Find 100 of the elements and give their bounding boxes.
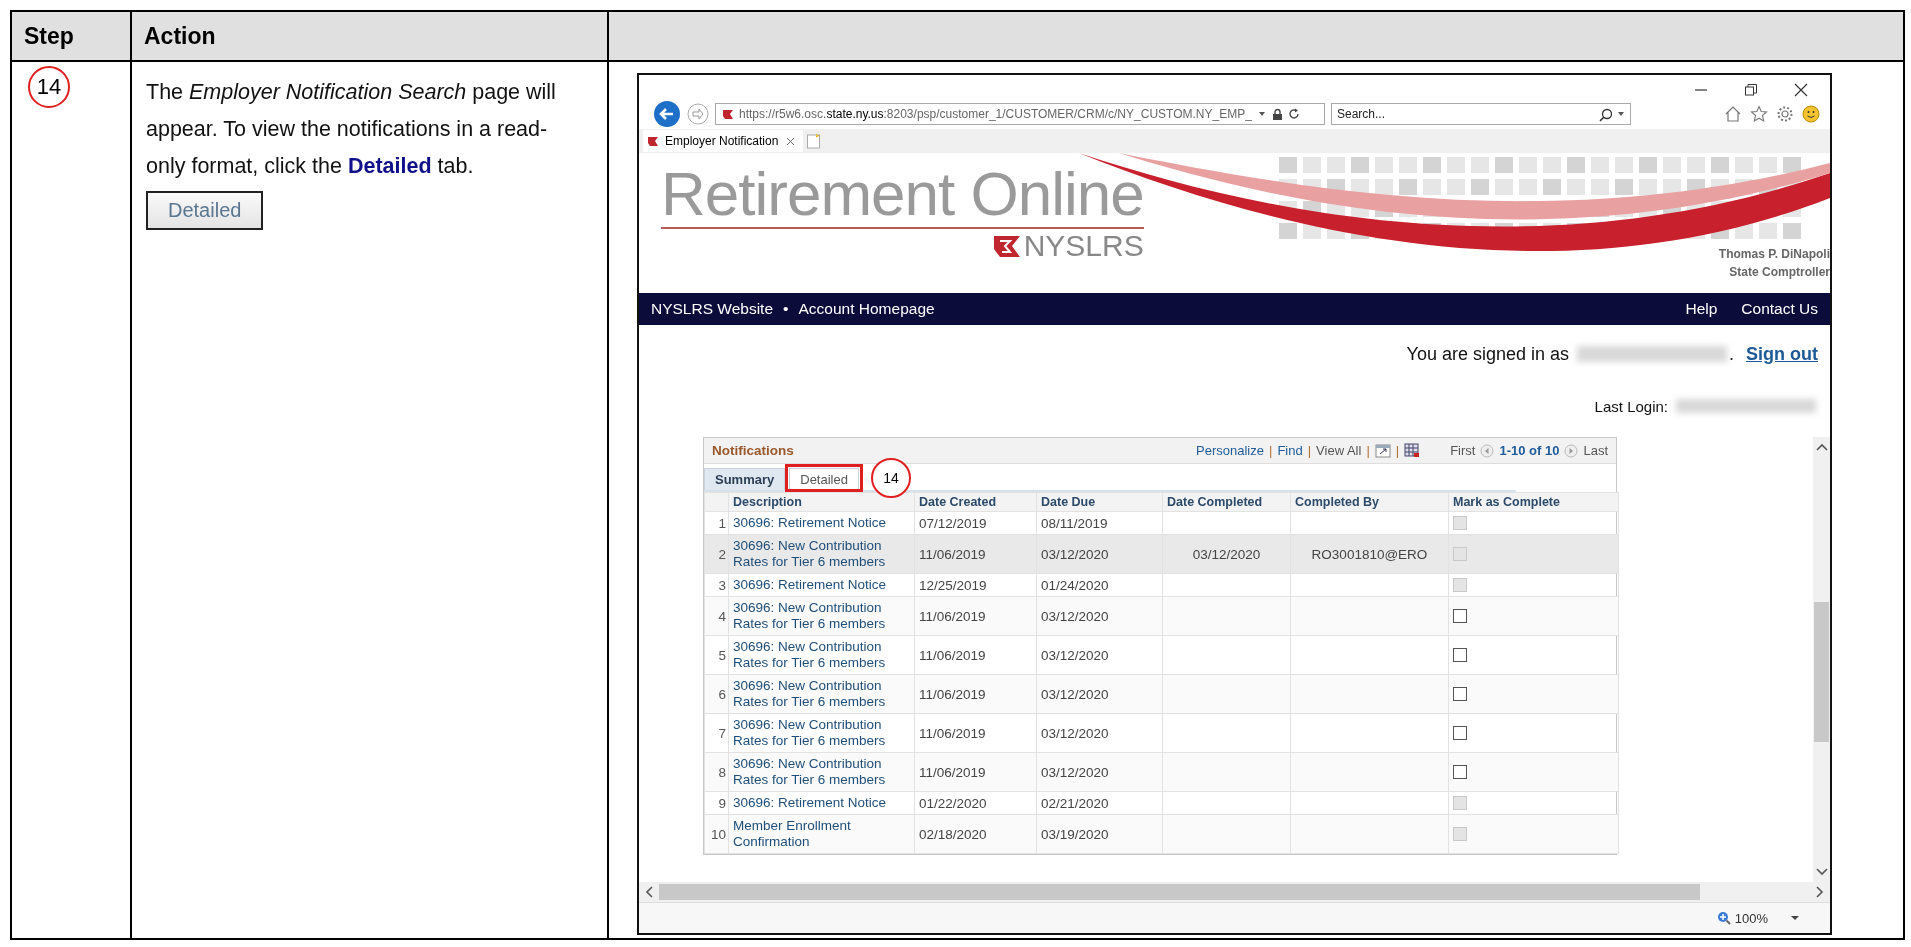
row-number: 6 [704,674,729,714]
site-logo-icon [722,108,734,120]
vertical-scrollbar[interactable] [1813,437,1830,882]
smiley-icon[interactable] [1802,105,1820,123]
table-cell: 03/12/2020 [1036,752,1163,792]
nav-link[interactable]: Contact Us [1741,300,1818,318]
row-number: 7 [704,713,729,753]
notification-link[interactable]: 30696: New Contribution Rates for Tier 6 members [728,635,915,675]
table-cell: 03/12/2020 [1036,635,1163,675]
close-icon[interactable] [786,136,795,146]
table-cell: 11/06/2019 [914,596,1037,636]
detailed-button-image: Detailed [146,191,264,230]
logo-icon [991,233,1022,259]
spreadsheet-icon[interactable] [1404,443,1421,458]
table-cell: 11/06/2019 [914,674,1037,714]
nav-separator: • [783,300,789,318]
notification-link[interactable]: 30696: New Contribution Rates for Tier 6 members [728,596,915,636]
mark-complete-checkbox[interactable] [1453,687,1467,701]
url-text: https://r5w6.osc.state.ny.us:8203/psp/customer_1/CUSTOMER/CRM/c/NY_CUSTOM.NY_EMP_ [739,107,1252,121]
zoom-icon[interactable] [1716,911,1731,925]
site-title: Retirement Online [661,161,1144,229]
sign-out-link[interactable]: Sign out [1746,343,1818,365]
find-link[interactable]: Find [1277,443,1303,458]
official-name: State Comptroller [1729,265,1830,279]
search-icon[interactable] [1599,108,1613,122]
grid-tab[interactable]: Summary [704,468,786,490]
tab-title: Employer Notification [665,134,780,148]
mark-complete-checkbox[interactable] [1453,765,1467,779]
column-header: Date Created [914,492,1037,512]
horizontal-scrollbar[interactable] [639,882,1830,902]
scroll-left-icon[interactable] [645,886,653,898]
dropdown-caret-icon[interactable] [1790,913,1800,923]
notification-link[interactable]: 30696: New Contribution Rates for Tier 6 members [728,674,915,714]
table-cell: 03/12/2020 [1036,596,1163,636]
separator: | [1307,443,1312,458]
table-cell: RO3001810@ERO [1290,534,1449,574]
row-range: 1-10 of 10 [1499,443,1560,458]
separator: | [1366,443,1370,458]
mark-complete-checkbox[interactable] [1453,648,1467,662]
grid-tab[interactable]: Detailed [789,468,859,490]
table-cell: 11/06/2019 [914,534,1037,574]
scroll-thumb[interactable] [1814,602,1829,742]
search-field[interactable]: Search... [1331,103,1631,125]
table-cell: 11/06/2019 [914,752,1037,792]
personalize-link[interactable]: Personalize [1196,443,1264,458]
site-logo-icon [647,135,659,147]
mark-complete-checkbox[interactable] [1453,726,1467,740]
instruction-text: The Employer Notification Search page will appear. To view the notifications in a read-only format, click the Detailed tab. [146,79,557,180]
table-cell: 08/11/2019 [1036,511,1163,535]
home-icon[interactable] [1724,105,1742,123]
row-number: 4 [704,596,729,636]
mark-complete-checkbox[interactable] [1453,609,1467,623]
row-number: 2 [704,534,729,574]
grid-title: Notifications [712,443,794,458]
star-icon[interactable] [1750,105,1768,123]
last-label: Last [1583,443,1608,458]
column-header: Completed By [1290,492,1449,512]
column-header: Date Completed [1162,492,1291,512]
new-window-icon[interactable] [1374,443,1391,458]
zoom-level[interactable]: 100% [1734,910,1768,926]
row-number: 9 [704,791,729,815]
close-icon[interactable] [1794,83,1808,97]
notification-link[interactable]: 30696: New Contribution Rates for Tier 6 members [728,752,915,792]
back-icon[interactable] [653,100,681,128]
table-cell: 03/12/2020 [1036,534,1163,574]
scroll-right-icon[interactable] [1816,886,1824,898]
refresh-icon[interactable] [1287,108,1300,120]
nav-link[interactable]: NYSLRS Website [651,300,774,318]
table-cell: 12/25/2019 [914,573,1037,597]
table-cell: 03/19/2020 [1036,814,1163,854]
table-cell: 11/06/2019 [914,713,1037,753]
scroll-up-icon[interactable] [1815,443,1828,451]
nav-link[interactable]: Account Homepage [798,300,935,318]
settings-icon[interactable] [1776,105,1794,123]
row-number: 8 [704,752,729,792]
column-header: Step [12,12,132,62]
restore-icon[interactable] [1744,83,1758,97]
address-bar[interactable]: https://r5w6.osc.state.ny.us:8203/psp/customer_1/CUSTOMER/CRM/c/NY_CUSTOM.NY_EMP_ [715,103,1325,125]
notification-link[interactable]: 30696: New Contribution Rates for Tier 6 members [728,713,915,753]
browser-tab[interactable]: Employer Notification [643,130,803,152]
table-cell: 02/21/2020 [1036,791,1163,815]
scroll-thumb[interactable] [659,884,1700,900]
row-number: 1 [704,511,729,535]
last-login-label: Last Login: [1594,397,1668,415]
step-number: 14 [28,66,70,108]
row-number: 3 [704,573,729,597]
column-header: Date Due [1036,492,1163,512]
signed-in-label: You are signed in as [1406,343,1569,365]
row-number: 10 [704,814,729,854]
table-cell: 03/12/2020 [1036,674,1163,714]
view-all-link[interactable]: View All [1316,443,1362,458]
nav-link[interactable]: Help [1685,300,1718,318]
lock-icon [1271,108,1283,120]
table-cell: 01/22/2020 [914,791,1037,815]
official-name: Thomas P. DiNapoli [1718,247,1830,261]
brand-name: NYSLRS [1023,229,1144,263]
table-cell: 11/06/2019 [914,635,1037,675]
table-cell: 03/12/2020 [1036,713,1163,753]
separator: | [1395,443,1400,458]
scroll-down-icon[interactable] [1815,868,1828,876]
